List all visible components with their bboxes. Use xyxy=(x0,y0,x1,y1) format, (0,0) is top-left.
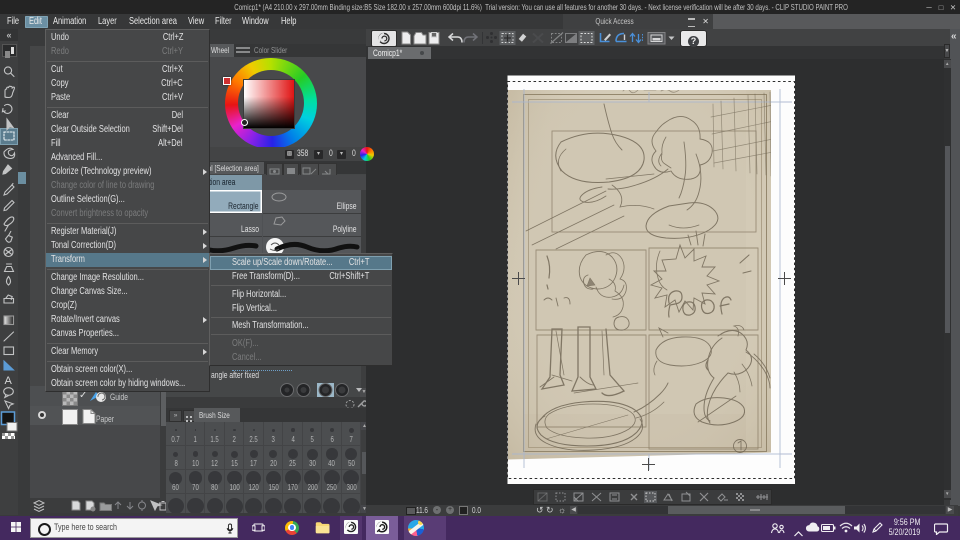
svg-text:A: A xyxy=(5,375,13,387)
